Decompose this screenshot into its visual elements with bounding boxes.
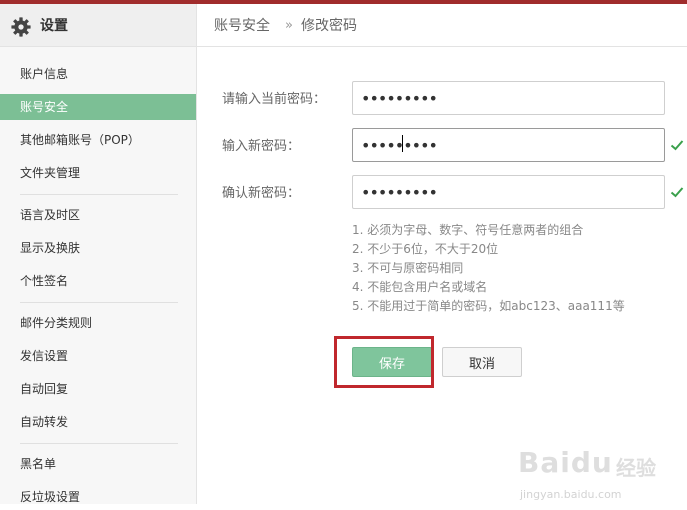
text-caret bbox=[402, 135, 403, 152]
sidebar-item-language-timezone[interactable]: 语言及时区 bbox=[0, 202, 196, 228]
breadcrumb-separator: » bbox=[285, 18, 293, 33]
highlight-annotation-box bbox=[334, 336, 434, 388]
breadcrumb-change-password: 修改密码 bbox=[301, 18, 357, 34]
cancel-button[interactable]: 取消 bbox=[442, 347, 522, 377]
gear-icon bbox=[11, 17, 31, 37]
watermark-logo: Baidu bbox=[518, 446, 613, 479]
sidebar-item-folder-management[interactable]: 文件夹管理 bbox=[0, 160, 196, 186]
settings-sidebar: 设置 账户信息 账号安全 其他邮箱账号（POP） 文件夹管理 语言及时区 显示及… bbox=[0, 4, 197, 504]
sidebar-divider bbox=[20, 302, 178, 303]
current-password-input[interactable] bbox=[352, 81, 665, 115]
sidebar-item-blacklist[interactable]: 黑名单 bbox=[0, 451, 196, 477]
password-rule: 4. 不能包含用户名或域名 bbox=[352, 280, 488, 294]
breadcrumb-account-security[interactable]: 账号安全 bbox=[214, 16, 270, 36]
sidebar-item-mail-rules[interactable]: 邮件分类规则 bbox=[0, 310, 196, 336]
sidebar-item-display-skin[interactable]: 显示及换肤 bbox=[0, 235, 196, 261]
sidebar-item-auto-forward[interactable]: 自动转发 bbox=[0, 409, 196, 435]
confirm-password-label: 确认新密码： bbox=[222, 186, 301, 201]
sidebar-header: 设置 bbox=[0, 4, 196, 47]
sidebar-item-signature[interactable]: 个性签名 bbox=[0, 268, 196, 294]
check-icon bbox=[670, 187, 684, 198]
password-rules: 1. 必须为字母、数字、符号任意两者的组合 2. 不少于6位，不大于20位 3.… bbox=[352, 221, 625, 316]
sidebar-item-account-info[interactable]: 账户信息 bbox=[0, 61, 196, 87]
sidebar-item-send-settings[interactable]: 发信设置 bbox=[0, 343, 196, 369]
check-icon bbox=[670, 140, 684, 151]
sidebar-item-auto-reply[interactable]: 自动回复 bbox=[0, 376, 196, 402]
sidebar-title: 设置 bbox=[40, 18, 68, 34]
confirm-password-input[interactable] bbox=[352, 175, 665, 209]
password-rule: 5. 不能用过于简单的密码，如abc123、aaa111等 bbox=[352, 299, 625, 313]
sidebar-divider bbox=[20, 194, 178, 195]
password-rule: 1. 必须为字母、数字、符号任意两者的组合 bbox=[352, 223, 584, 237]
current-password-label: 请输入当前密码： bbox=[222, 92, 327, 107]
watermark-name: 经验 bbox=[616, 456, 656, 480]
sidebar-item-pop-accounts[interactable]: 其他邮箱账号（POP） bbox=[0, 127, 196, 153]
sidebar-item-antispam[interactable]: 反垃圾设置 bbox=[0, 484, 196, 510]
sidebar-item-account-security[interactable]: 账号安全 bbox=[0, 94, 196, 120]
page-header: 账号安全 » 修改密码 bbox=[197, 4, 687, 47]
password-rule: 2. 不少于6位，不大于20位 bbox=[352, 242, 499, 256]
sidebar-divider bbox=[20, 443, 178, 444]
new-password-input[interactable] bbox=[352, 128, 665, 162]
watermark-url: jingyan.baidu.com bbox=[520, 488, 622, 501]
baidu-jingyan-watermark: Baidu 经验 jingyan.baidu.com bbox=[518, 446, 683, 502]
password-rule: 3. 不可与原密码相同 bbox=[352, 261, 464, 275]
new-password-label: 输入新密码： bbox=[222, 139, 301, 154]
